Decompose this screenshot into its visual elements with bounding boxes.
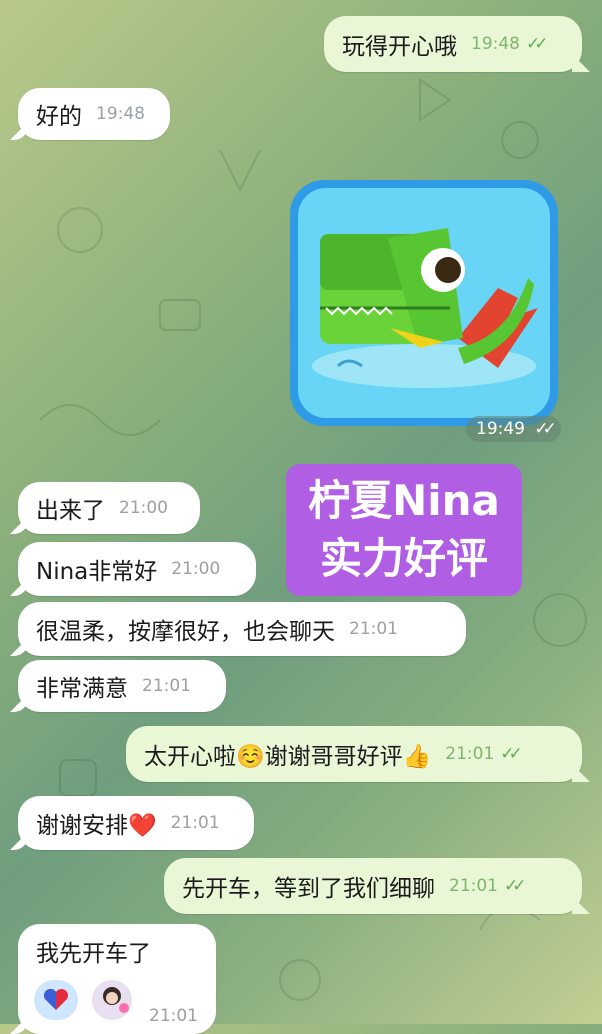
message-time: 21:01 [449,876,498,896]
message-bubble-incoming[interactable]: Nina非常好 21:00 [18,542,256,596]
avatar-icon [103,987,129,1013]
message-text: 非常满意 [36,676,128,702]
message-time: 21:00 [119,498,168,518]
dinosaur-drawing [312,228,538,388]
message-time: 21:01 [349,619,398,639]
sticker-time: 19:49 ✓✓ [466,416,561,442]
message-time: 21:00 [171,559,221,579]
message-bubble-outgoing[interactable]: 玩得开心哦 19:48 ✓✓ [324,16,582,72]
reaction-row [34,980,132,1020]
message-bubble-incoming[interactable]: 谢谢安排❤️ 21:01 [18,796,254,850]
promo-line-2: 实力好评 [319,534,488,583]
read-checkmarks-icon: ✓✓ [504,876,526,896]
message-text: 很温柔，按摩很好，也会聊天 [36,619,335,645]
dinosaur-sticker-icon[interactable] [290,180,558,426]
read-checkmarks-icon: ✓✓ [534,419,556,439]
message-bubble-outgoing[interactable]: 先开车，等到了我们细聊 21:01 ✓✓ [164,858,582,914]
message-text: 太开心啦☺️谢谢哥哥好评👍 [144,744,432,770]
read-checkmarks-icon: ✓✓ [500,744,522,764]
heart-reaction-icon[interactable] [34,980,78,1020]
message-time: 21:01 [170,813,220,833]
message-text: 先开车，等到了我们细聊 [182,876,435,902]
promo-banner: 柠夏Nina 实力好评 [286,464,522,596]
message-text: 谢谢安排❤️ [36,813,157,839]
avatar[interactable] [92,980,132,1020]
message-time: 21:01 [142,676,191,696]
message-bubble-incoming[interactable]: 非常满意 21:01 [18,660,226,712]
message-text: Nina非常好 [36,559,158,585]
message-text: 出来了 [36,498,105,524]
message-bubble-incoming[interactable]: 很温柔，按摩很好，也会聊天 21:01 [18,602,466,656]
message-text: 玩得开心哦 [342,34,457,60]
heart-icon [43,988,69,1010]
message-bubble-incoming[interactable]: 出来了 21:00 [18,482,200,534]
message-bubble-outgoing[interactable]: 太开心啦☺️谢谢哥哥好评👍 21:01 ✓✓ [126,726,582,782]
message-bubble-incoming[interactable]: 好的 19:48 [18,88,170,140]
promo-line-1: 柠夏Nina [308,476,500,525]
message-text: 我先开车了 [36,941,151,967]
sticker-time-text: 19:49 [476,419,525,439]
message-time: 19:48 [96,104,145,124]
read-checkmarks-icon: ✓✓ [526,34,548,54]
message-text: 好的 [36,104,82,130]
message-time: 19:48 [471,34,520,54]
message-time: 21:01 [149,1006,198,1026]
message-time: 21:01 [445,744,495,764]
